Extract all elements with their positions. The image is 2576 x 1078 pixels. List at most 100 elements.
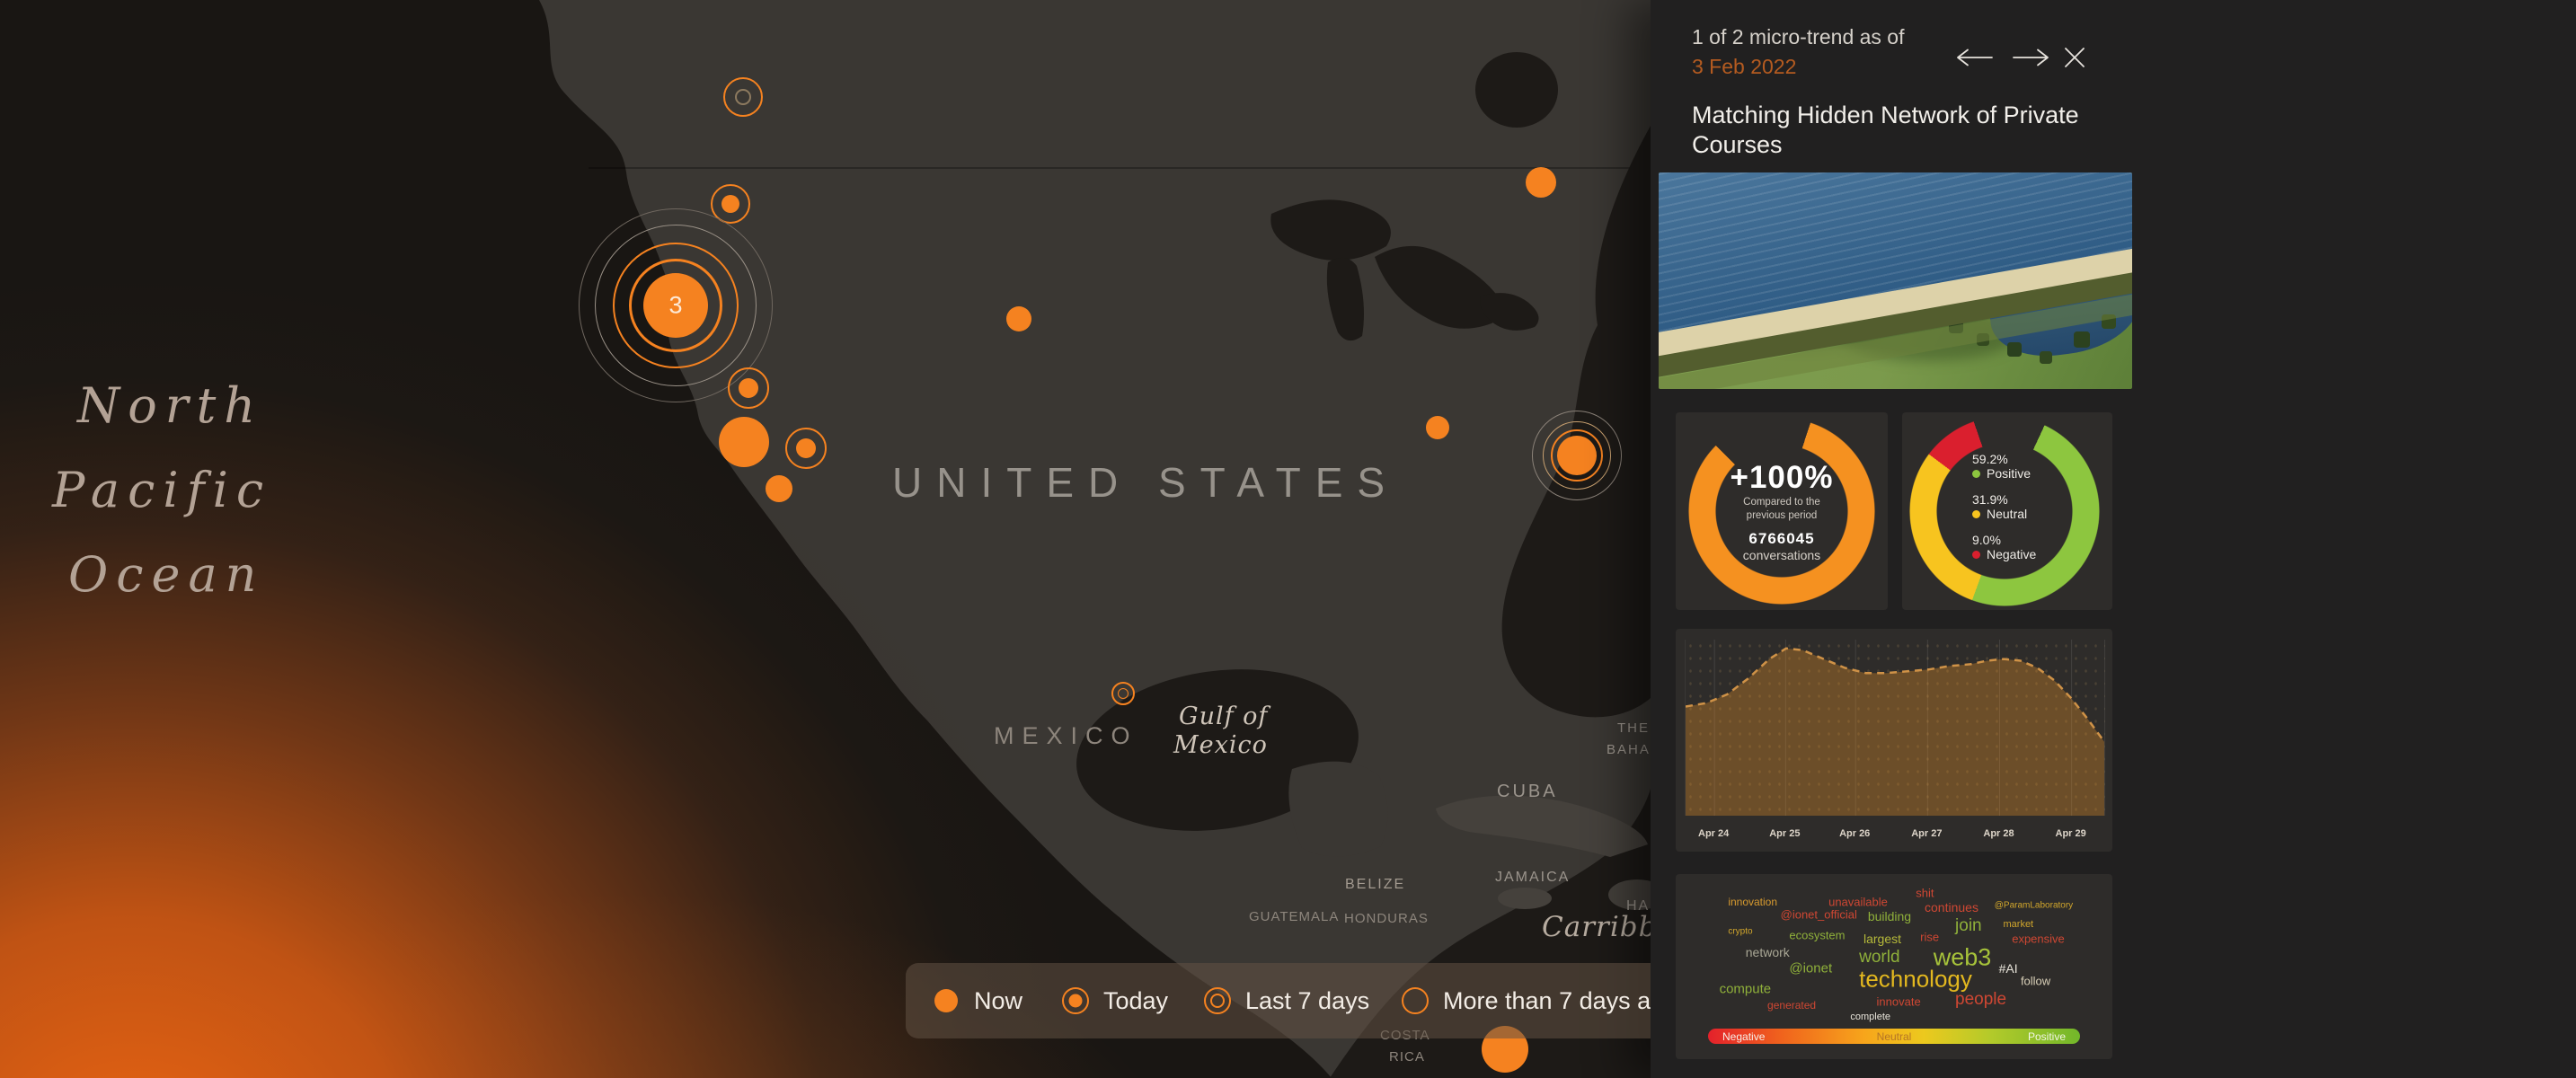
last7-marker-icon bbox=[1202, 985, 1233, 1016]
sentiment-legend: 59.2%Positive 31.9%Neutral 9.0%Negative bbox=[1972, 452, 2036, 561]
marker-ring bbox=[735, 89, 751, 105]
close-panel-button[interactable] bbox=[2060, 43, 2089, 72]
legend-item-now: Now bbox=[931, 963, 1022, 1038]
conversations-donut-center: +100% Compared to the previous period 67… bbox=[1676, 412, 1888, 610]
marker-dot bbox=[719, 417, 769, 467]
region-label: UNITED STATES bbox=[892, 458, 1399, 507]
scale-label-neutral: Neutral bbox=[1877, 1030, 1912, 1043]
x-axis-label: Apr 25 bbox=[1769, 828, 1800, 839]
cloud-word: market bbox=[2004, 919, 2034, 930]
now-marker-icon bbox=[931, 985, 961, 1016]
sentiment-pct: 9.0% bbox=[1972, 533, 2036, 547]
cloud-word: follow bbox=[2021, 975, 2050, 988]
region-label: North bbox=[77, 377, 263, 434]
legend-item-label: Now bbox=[974, 987, 1022, 1015]
scale-label-positive: Positive bbox=[2028, 1030, 2066, 1043]
volume-chart-x-axis: Apr 24Apr 25Apr 26Apr 27Apr 28Apr 29 bbox=[1685, 828, 2103, 844]
cloud-word: @ionet bbox=[1789, 961, 1832, 976]
arrow-right-icon bbox=[2006, 43, 2053, 72]
marker-count: 3 bbox=[668, 292, 682, 320]
cloud-word: compute bbox=[1720, 981, 1772, 996]
legend-item-last7: Last 7 days bbox=[1202, 963, 1369, 1038]
region-label: Carribbean Sea bbox=[1542, 911, 1651, 943]
conversations-donut-card: +100% Compared to the previous period 67… bbox=[1676, 412, 1888, 610]
cloud-word: world bbox=[1859, 948, 1899, 968]
trend-photo bbox=[1659, 172, 2132, 389]
sentiment-dot-icon bbox=[1972, 510, 1980, 518]
sentiment-pct: 59.2% bbox=[1972, 452, 2036, 466]
trend-title: Matching Hidden Network of Private Cours… bbox=[1692, 101, 2084, 160]
cloud-word: generated bbox=[1767, 999, 1816, 1012]
marker-dot bbox=[1426, 416, 1449, 439]
sentiment-legend-item: 59.2%Positive bbox=[1972, 452, 2036, 481]
cloud-word: crypto bbox=[1728, 926, 1752, 936]
sentiment-donut-card: 59.2%Positive 31.9%Neutral 9.0%Negative bbox=[1902, 412, 2112, 610]
marker-dot bbox=[766, 475, 792, 502]
region-label: CUBA bbox=[1497, 782, 1558, 802]
cloud-word: #AI bbox=[1999, 961, 2018, 976]
cloud-word: network bbox=[1746, 945, 1790, 959]
x-axis-label: Apr 24 bbox=[1698, 828, 1729, 839]
legend-item-today: Today bbox=[1060, 963, 1168, 1038]
cloud-word: ecosystem bbox=[1789, 928, 1845, 941]
marker-dot bbox=[1557, 436, 1597, 475]
legend-item-older: More than 7 days ago bbox=[1400, 963, 1651, 1038]
volume-area-chart bbox=[1685, 640, 2105, 816]
legend-item-label: Last 7 days bbox=[1245, 987, 1369, 1015]
sentiment-dot-icon bbox=[1972, 470, 1980, 478]
trend-detail-panel: 1 of 2 micro-trend as of 3 Feb 2022 Matc… bbox=[1651, 0, 2576, 1078]
compare-caption: Compared to the bbox=[1743, 496, 1820, 509]
region-label: BELIZE bbox=[1345, 877, 1405, 893]
scale-label-negative: Negative bbox=[1722, 1030, 1765, 1043]
conversations-count: 6766045 bbox=[1748, 530, 1814, 548]
prev-trend-button[interactable] bbox=[1952, 43, 1999, 72]
region-label: RICA bbox=[1389, 1049, 1425, 1065]
region-label: Mexico bbox=[1173, 731, 1268, 759]
region-label: BAHAMAS bbox=[1607, 742, 1651, 757]
sentiment-dot-icon bbox=[1972, 551, 1980, 559]
sentiment-legend-item: 9.0%Negative bbox=[1972, 533, 2036, 561]
cloud-word: @ionet_official bbox=[1781, 908, 1857, 922]
sentiment-name: Positive bbox=[1972, 466, 2036, 481]
jamaica-island bbox=[1498, 888, 1552, 909]
marker-dot bbox=[721, 195, 739, 213]
app-stage: NorthPacificOceanUNITED STATESMEXICOGulf… bbox=[0, 0, 2576, 1078]
james-bay bbox=[1475, 52, 1558, 128]
cloud-word: innovate bbox=[1877, 995, 1921, 1009]
trend-date: 3 Feb 2022 bbox=[1692, 55, 1796, 79]
cloud-word: unavailable bbox=[1828, 895, 1888, 908]
cloud-word: continues bbox=[1925, 900, 1978, 915]
sentiment-name: Negative bbox=[1972, 547, 2036, 561]
region-label: Gulf of bbox=[1179, 702, 1268, 730]
region-label: HONDURAS bbox=[1344, 911, 1429, 926]
region-label: MEXICO bbox=[994, 722, 1138, 750]
cloud-word: innovation bbox=[1728, 896, 1777, 908]
arrow-left-icon bbox=[1952, 43, 1999, 72]
yucatan-land bbox=[1288, 762, 1387, 857]
x-axis-label: Apr 27 bbox=[1911, 828, 1942, 839]
land-shape bbox=[539, 0, 1651, 1078]
volume-chart-card: Apr 24Apr 25Apr 26Apr 27Apr 28Apr 29 bbox=[1676, 629, 2112, 852]
marker-dot bbox=[1526, 167, 1556, 198]
region-label: Pacific bbox=[52, 462, 271, 518]
cloud-word: complete bbox=[1850, 1012, 1890, 1022]
marker-dot bbox=[739, 378, 758, 398]
close-icon bbox=[2060, 43, 2089, 72]
x-axis-label: Apr 28 bbox=[1983, 828, 2014, 839]
wordcloud-card: innovation unavailable shitcontinues @Param… bbox=[1676, 874, 2112, 1059]
x-axis-label: Apr 29 bbox=[2056, 828, 2086, 839]
change-percent: +100% bbox=[1731, 460, 1834, 496]
sentiment-pct: 31.9% bbox=[1972, 492, 2036, 507]
today-marker-icon bbox=[1060, 985, 1091, 1016]
region-label: THE bbox=[1617, 720, 1650, 736]
legend-item-label: More than 7 days ago bbox=[1443, 987, 1651, 1015]
cloud-word: people bbox=[1955, 990, 2006, 1010]
map-canvas[interactable]: NorthPacificOceanUNITED STATESMEXICOGulf… bbox=[0, 0, 1651, 1078]
cloud-word: expensive bbox=[2012, 932, 2065, 946]
sentiment-name: Neutral bbox=[1972, 507, 2036, 521]
cloud-word: shit bbox=[1916, 886, 1934, 899]
region-label: GUATEMALA bbox=[1249, 909, 1339, 924]
map-legend: Now Today Last 7 days More than 7 days ago bbox=[906, 963, 1651, 1038]
cloud-word: @ParamLaboratory bbox=[1995, 901, 2073, 911]
next-trend-button[interactable] bbox=[2006, 43, 2053, 72]
